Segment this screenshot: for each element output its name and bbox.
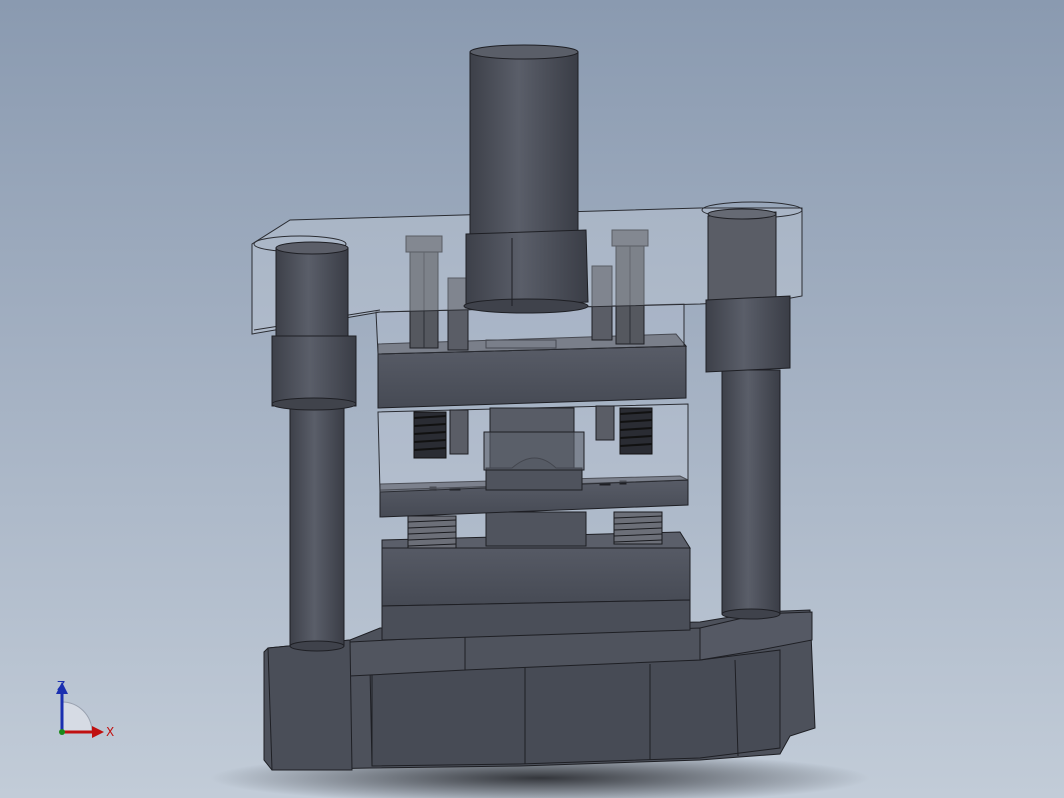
punch-block[interactable]	[485, 511, 587, 547]
die-shank[interactable]	[463, 44, 589, 314]
coordinate-triad: Z X	[40, 670, 130, 750]
upper-spring-right	[619, 407, 653, 455]
cad-viewport[interactable]: Z X	[0, 0, 1064, 798]
upper-spring-left	[413, 411, 447, 459]
left-guide-bushing[interactable]	[271, 241, 357, 411]
die-assembly-model[interactable]	[0, 0, 1064, 798]
lower-spring-left	[407, 515, 457, 549]
guide-pin-right-lower	[595, 405, 615, 441]
triad-plane-icon	[61, 701, 93, 733]
right-guide-post[interactable]	[721, 369, 781, 620]
triad-axes: Z X	[56, 679, 114, 739]
z-axis-label: Z	[57, 679, 65, 693]
center-punch[interactable]	[483, 407, 585, 491]
lower-spring-right	[613, 511, 663, 545]
y-axis-icon	[59, 729, 65, 735]
x-axis-label: X	[106, 725, 114, 739]
left-guide-post[interactable]	[289, 399, 345, 652]
guide-pin-left-lower	[449, 409, 469, 455]
x-arrow-icon	[92, 726, 104, 738]
